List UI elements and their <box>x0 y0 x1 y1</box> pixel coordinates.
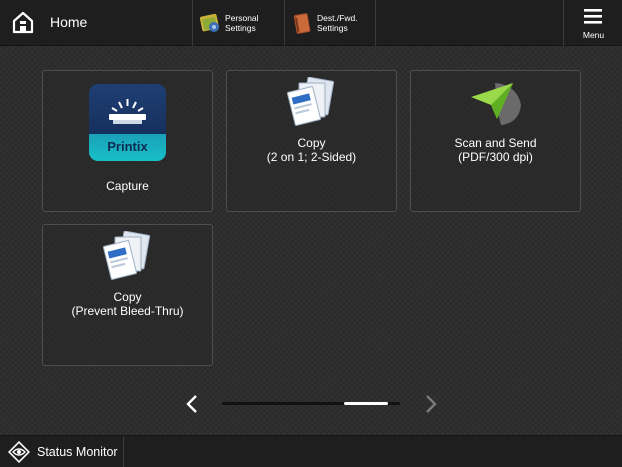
dest-settings-line2: Settings <box>317 23 348 33</box>
menu-button[interactable]: Menu <box>563 0 622 46</box>
hamburger-menu-icon <box>584 9 602 24</box>
printix-logo-text: Printix <box>107 139 148 154</box>
tile-scan-send[interactable]: Scan and Send (PDF/300 dpi) <box>410 70 581 212</box>
personal-settings-button[interactable]: Personal Settings <box>192 0 284 46</box>
tile-copy-prevent-bleed-subtitle: (Prevent Bleed-Thru) <box>71 304 184 318</box>
tile-scan-send-subtitle: (PDF/300 dpi) <box>458 150 533 164</box>
menu-label: Menu <box>582 30 605 40</box>
tile-capture-label: Capture <box>106 179 149 193</box>
tile-copy-2on1-title: Copy <box>297 136 326 150</box>
bottom-bar: Status Monitor <box>0 435 622 467</box>
dest-settings-line1: Dest./Fwd. <box>317 13 358 23</box>
copy-icon <box>103 231 151 280</box>
personal-settings-icon <box>199 13 219 32</box>
page-indicator-fill <box>343 402 388 405</box>
status-monitor-label: Status Monitor <box>37 445 118 459</box>
tile-scan-send-title: Scan and Send <box>454 136 537 150</box>
chevron-right-icon[interactable] <box>420 393 440 415</box>
chevron-left-icon[interactable] <box>183 393 203 415</box>
scan-send-icon <box>471 83 521 125</box>
copy-icon <box>287 77 335 126</box>
tile-copy-2on1-subtitle: (2 on 1; 2-Sided) <box>266 150 357 164</box>
top-bar: Home Personal Settings Dest./Fwd. Settin… <box>0 0 622 46</box>
page-indicator <box>222 402 400 405</box>
personal-settings-line1: Personal <box>225 13 259 23</box>
status-monitor-icon <box>8 441 30 463</box>
tile-copy-prevent-bleed-title: Copy <box>113 290 142 304</box>
status-monitor-button[interactable]: Status Monitor <box>0 436 124 467</box>
tile-capture[interactable]: Printix Capture <box>42 70 213 212</box>
home-label: Home <box>50 14 88 30</box>
address-book-icon <box>293 13 311 34</box>
personal-settings-line2: Settings <box>225 23 256 33</box>
dest-fwd-settings-button[interactable]: Dest./Fwd. Settings <box>284 0 376 46</box>
tile-copy-prevent-bleed[interactable]: Copy (Prevent Bleed-Thru) <box>42 224 213 366</box>
printix-logo-icon: Printix <box>89 84 166 161</box>
home-button[interactable]: Home <box>0 0 192 46</box>
home-icon <box>12 11 34 34</box>
tile-copy-2on1[interactable]: Copy (2 on 1; 2-Sided) <box>226 70 397 212</box>
